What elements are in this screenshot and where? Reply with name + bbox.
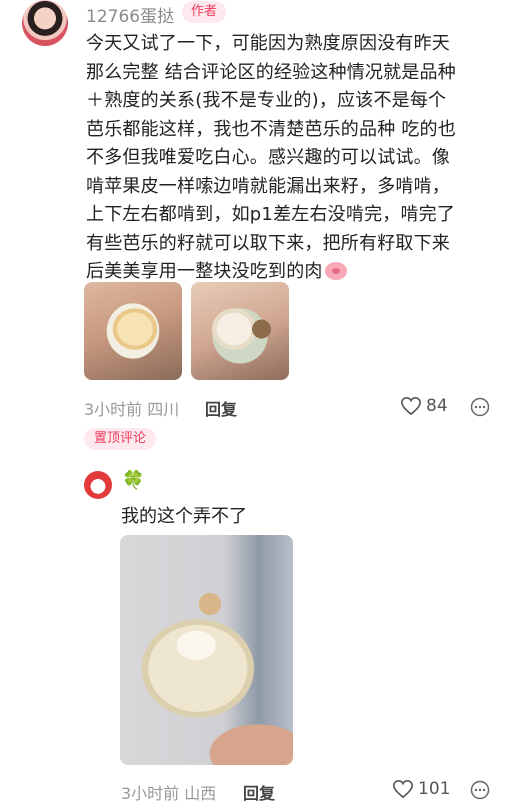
like-count-2: 101	[418, 779, 451, 799]
comment-line: 后美美享用一整块没吃到的肉	[86, 261, 323, 282]
reply-button-2[interactable]: 回复	[243, 780, 275, 804]
reply-comment-text: 我的这个弄不了	[121, 506, 247, 527]
comment-line: 芭乐都能这样，我也不清楚芭乐的品种 吃的也	[86, 118, 456, 140]
comment-line: 今天又试了一下，可能因为熟度原因没有昨天	[86, 33, 450, 54]
reply-username[interactable]: 🍀	[122, 470, 144, 491]
reply-location: 山西	[184, 784, 217, 803]
comment-location: 四川	[147, 400, 180, 419]
reply-time: 3小时前	[121, 784, 180, 803]
comment-photo-1[interactable]	[84, 282, 182, 380]
pig-face-emoji-icon	[324, 262, 347, 280]
heart-outline-icon	[393, 779, 413, 799]
comment-line: 有些芭乐的籽就可以取下来，把所有籽取下来	[86, 232, 450, 254]
comment-photo-2[interactable]	[191, 282, 289, 380]
author-avatar[interactable]	[22, 0, 68, 46]
author-username[interactable]: 12766蛋挞	[86, 2, 174, 27]
heart-outline-icon	[401, 396, 421, 416]
comment-time: 3小时前	[84, 400, 143, 419]
reply-photo[interactable]	[120, 535, 293, 765]
comment-line: ＋熟度的关系(我不是专业的)，应该不是每个	[86, 90, 447, 111]
more-dots-icon[interactable]	[470, 780, 490, 800]
comment-line: 那么完整 结合评论区的经验这种情况就是品种	[86, 61, 456, 83]
comment-meta: 3小时前 四川	[84, 396, 179, 420]
comment-line: 不多但我唯爱吃白心。感兴趣的可以试试。像	[86, 147, 450, 168]
reply-meta: 3小时前 山西	[121, 780, 216, 804]
author-badge: 作者	[182, 1, 227, 23]
comment-line: 上下左右都啃到，如p1差左右没啃完，啃完了	[86, 204, 456, 225]
more-dots-icon[interactable]	[470, 397, 490, 417]
pinned-comment-badge: 置顶评论	[84, 428, 157, 450]
like-count: 84	[426, 396, 448, 416]
comment-line: 啃苹果皮一样嗦边啃就能漏出来籽，多啃啃，	[86, 175, 450, 197]
reply-button[interactable]: 回复	[205, 396, 237, 420]
like-button-2[interactable]: 101	[392, 779, 450, 799]
main-comment-text: 今天又试了一下，可能因为熟度原因没有昨天 那么完整 结合评论区的经验这种情况就是…	[86, 30, 496, 287]
like-button[interactable]: 84	[400, 396, 448, 416]
reply-user-avatar[interactable]	[84, 471, 112, 499]
